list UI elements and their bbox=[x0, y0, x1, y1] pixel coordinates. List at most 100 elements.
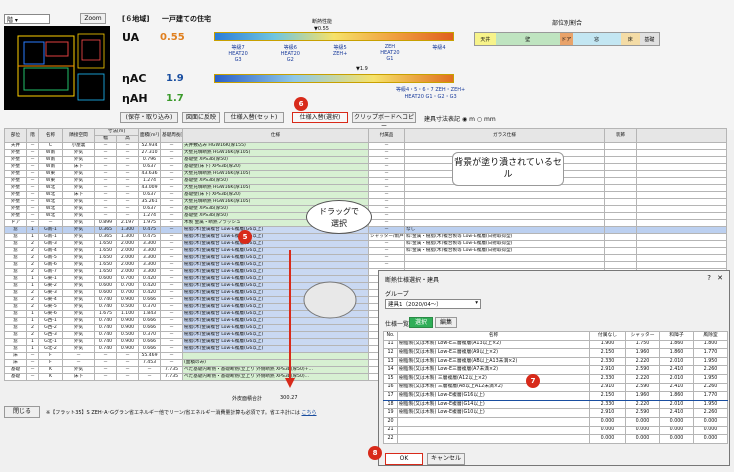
table-cell[interactable]: 35.261 bbox=[138, 198, 161, 206]
table-cell[interactable]: W北 bbox=[38, 191, 63, 199]
table-cell[interactable]: 52.934 bbox=[138, 142, 161, 150]
table-cell[interactable]: 0.666 bbox=[138, 296, 161, 304]
table-cell[interactable] bbox=[636, 149, 727, 157]
table-row[interactable]: 外壁－ W南 床下－－ 0.637 －基礎壁(床下) XPS3b(厚20) － bbox=[4, 163, 727, 171]
spec-cell[interactable]: 基礎壁(床下) XPS3b(厚20) bbox=[182, 163, 369, 171]
table-cell[interactable] bbox=[636, 142, 727, 150]
table-cell[interactable]: 外気 bbox=[62, 198, 95, 206]
table-cell[interactable]: F bbox=[38, 359, 63, 367]
table-cell[interactable] bbox=[604, 233, 637, 241]
table-cell[interactable]: － bbox=[94, 352, 117, 360]
table-cell[interactable]: 1.650 bbox=[94, 247, 117, 255]
table-cell[interactable]: － bbox=[160, 198, 183, 206]
table-cell[interactable]: 外気 bbox=[62, 268, 95, 276]
cancel-button[interactable]: キャンセル bbox=[427, 453, 465, 465]
table-cell[interactable]: 外気 bbox=[62, 303, 95, 311]
table-row[interactable]: 外壁－ W北 外気－－ 43.009 －大壁充填断熱 HGW16K(厚105) － bbox=[4, 184, 727, 192]
table-cell[interactable]: W南 bbox=[38, 163, 63, 171]
table-cell[interactable]: 外壁 bbox=[4, 191, 27, 199]
table-cell[interactable]: 1 bbox=[26, 345, 39, 353]
spec-list-row[interactable]: 19 樹脂製(又は木製) Low-E複層(G10以上) 2.910 2.590 2.41… bbox=[383, 408, 728, 418]
table-cell[interactable]: 2.000 bbox=[116, 247, 139, 255]
table-cell[interactable]: － bbox=[116, 373, 139, 381]
table-cell[interactable]: － bbox=[368, 170, 405, 178]
table-cell[interactable]: － bbox=[116, 184, 139, 192]
table-cell[interactable]: － bbox=[160, 352, 183, 360]
table-cell[interactable]: W北 bbox=[38, 212, 63, 220]
close-icon[interactable]: ✕ bbox=[717, 274, 723, 282]
table-cell[interactable]: 床下 bbox=[62, 191, 95, 199]
table-cell[interactable]: 3.300 bbox=[138, 261, 161, 269]
table-cell[interactable]: 3.300 bbox=[138, 254, 161, 262]
table-cell[interactable]: － bbox=[116, 352, 139, 360]
table-cell[interactable]: 1 bbox=[26, 233, 39, 241]
table-cell[interactable] bbox=[636, 198, 727, 206]
table-cell[interactable]: 床 bbox=[4, 352, 27, 360]
table-cell[interactable]: 1.300 bbox=[116, 226, 139, 234]
table-cell[interactable]: 55.469 bbox=[138, 352, 161, 360]
table-cell[interactable] bbox=[604, 149, 637, 157]
table-cell[interactable]: － bbox=[160, 170, 183, 178]
table-cell[interactable]: 0.420 bbox=[138, 289, 161, 297]
table-cell[interactable]: G東-1 bbox=[38, 275, 63, 283]
table-cell[interactable]: G西-2 bbox=[38, 324, 63, 332]
table-cell[interactable]: 外気 bbox=[62, 289, 95, 297]
table-cell[interactable]: W東 bbox=[38, 170, 63, 178]
table-cell[interactable]: 3.300 bbox=[138, 240, 161, 248]
table-cell[interactable] bbox=[604, 184, 637, 192]
table-cell[interactable]: 窓 bbox=[4, 338, 27, 346]
spec-select-button[interactable]: 仕様入替(選択) bbox=[292, 112, 348, 123]
table-cell[interactable] bbox=[636, 226, 727, 234]
table-cell[interactable]: 2 bbox=[26, 240, 39, 248]
spec-cell[interactable]: 大壁充填断熱 HGW16K(厚105) bbox=[182, 170, 369, 178]
table-cell[interactable]: － bbox=[160, 338, 183, 346]
table-cell[interactable]: G東-4 bbox=[38, 296, 63, 304]
glass-cell[interactable]: 枠:金属・樹脂(木)複合製等 Low-E複層(日射取得型) bbox=[404, 233, 605, 241]
reflect-drawing-button[interactable]: 図面に反映 bbox=[182, 112, 220, 123]
table-cell[interactable]: 窓 bbox=[4, 331, 27, 339]
table-cell[interactable]: － bbox=[26, 198, 39, 206]
table-cell[interactable]: － bbox=[368, 226, 405, 234]
table-cell[interactable]: － bbox=[160, 226, 183, 234]
table-cell[interactable]: － bbox=[138, 366, 161, 374]
group-select[interactable]: 建具1（2020/04～） ▾ bbox=[385, 299, 481, 309]
table-cell[interactable]: － bbox=[26, 170, 39, 178]
table-cell[interactable]: 外壁 bbox=[4, 184, 27, 192]
table-cell[interactable]: － bbox=[26, 373, 39, 381]
table-cell[interactable]: 外気 bbox=[62, 240, 95, 248]
table-cell[interactable]: － bbox=[26, 163, 39, 171]
table-cell[interactable]: G東-2 bbox=[38, 282, 63, 290]
table-cell[interactable]: G東-3 bbox=[38, 289, 63, 297]
table-cell[interactable]: 1 bbox=[26, 338, 39, 346]
table-row[interactable]: 外壁－ W北 外気－－ 35.261 －大壁充填断熱 HGW16K(厚105) － bbox=[4, 198, 727, 206]
table-cell[interactable]: 窓 bbox=[4, 310, 27, 318]
table-cell[interactable]: 2.000 bbox=[116, 254, 139, 262]
table-cell[interactable]: 0.365 bbox=[94, 233, 117, 241]
table-cell[interactable]: W北 bbox=[38, 205, 63, 213]
table-cell[interactable] bbox=[604, 198, 637, 206]
table-cell[interactable]: 2 bbox=[26, 247, 39, 255]
table-cell[interactable]: － bbox=[368, 184, 405, 192]
table-row[interactable]: 外壁－ W北 床下－－ 0.637 －基礎壁(床下) XPS3b(厚20) － bbox=[4, 191, 727, 199]
table-cell[interactable]: － bbox=[94, 359, 117, 367]
table-cell[interactable]: － bbox=[368, 177, 405, 185]
table-cell[interactable]: W北 bbox=[38, 198, 63, 206]
table-cell[interactable]: G南-7 bbox=[38, 268, 63, 276]
spec-cell[interactable]: 基礎壁 XPS3b(厚50) bbox=[182, 156, 369, 164]
table-cell[interactable]: 外気 bbox=[62, 282, 95, 290]
save-load-button[interactable]: (保存・取り込み) bbox=[120, 112, 178, 123]
table-cell[interactable]: 窓 bbox=[4, 289, 27, 297]
table-cell[interactable]: 外気 bbox=[62, 338, 95, 346]
table-cell[interactable]: 窓 bbox=[4, 324, 27, 332]
table-cell[interactable]: － bbox=[160, 261, 183, 269]
table-cell[interactable]: － bbox=[160, 282, 183, 290]
table-cell[interactable]: － bbox=[116, 366, 139, 374]
table-cell[interactable]: － bbox=[160, 331, 183, 339]
floor-select[interactable]: 階 ▾ bbox=[4, 14, 50, 24]
table-cell[interactable]: － bbox=[160, 142, 183, 150]
table-cell[interactable]: － bbox=[368, 247, 405, 255]
table-cell[interactable]: 1 bbox=[26, 310, 39, 318]
table-cell[interactable] bbox=[636, 233, 727, 241]
table-cell[interactable]: 外気 bbox=[62, 219, 95, 227]
spec-list-row[interactable]: 20 0.000 0.000 0.000 0.000 bbox=[383, 416, 728, 427]
